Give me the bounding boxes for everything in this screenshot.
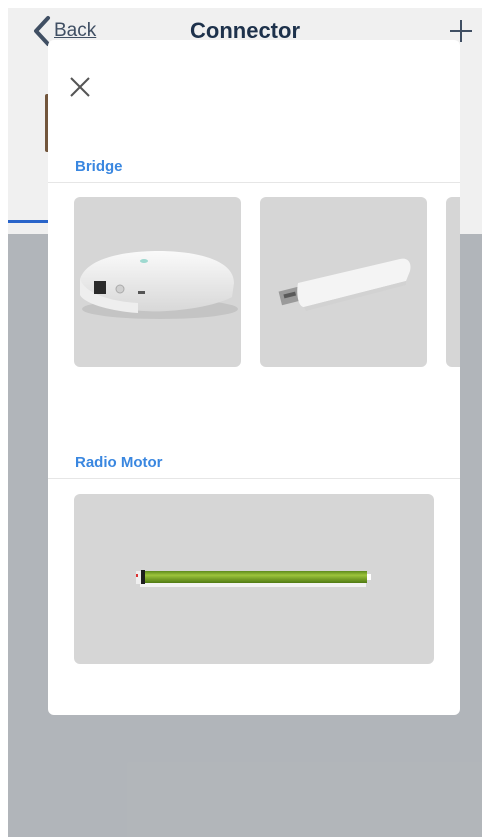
close-icon[interactable] [68,75,92,99]
section-title-bridge: Bridge [75,158,123,175]
section-title-radio-motor: Radio Motor [75,454,163,471]
tubular-radio-motor [136,570,371,587]
bridge-hub-card[interactable] [74,197,241,367]
divider [48,478,460,479]
radio-motor-card[interactable] [74,494,434,664]
usb-bridge-dongle [278,258,411,311]
connector-picker-modal: Bridge Radio Motor [48,40,460,715]
bridge-device-partial-card[interactable] [446,197,460,367]
divider [48,182,460,183]
usb-bridge-card[interactable] [260,197,427,367]
bridge-hub-device [80,251,238,319]
